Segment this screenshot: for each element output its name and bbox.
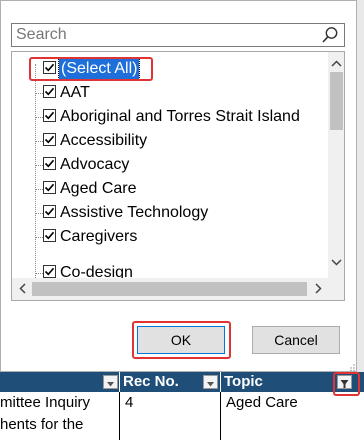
filter-items: (Select All) AAT Aboriginal and Torres S… — [12, 52, 328, 278]
checkbox[interactable] — [43, 205, 56, 218]
checkbox[interactable] — [43, 61, 56, 74]
table-cell[interactable]: hents for the — [0, 414, 120, 440]
filter-item-label: Advocacy — [60, 156, 130, 173]
filter-item-label: Accessibility — [60, 132, 148, 149]
scrollbar-corner — [328, 278, 344, 300]
search-input[interactable] — [12, 24, 316, 46]
tree-branch — [35, 273, 43, 274]
checkbox[interactable] — [43, 265, 56, 278]
table-cell[interactable] — [221, 414, 364, 440]
filter-item[interactable]: Aged Care — [12, 177, 328, 201]
tree-branch — [35, 213, 43, 214]
filter-item[interactable]: Caregivers — [12, 225, 328, 249]
filter-item[interactable]: AAT — [12, 81, 328, 105]
filter-item-label: Assistive Technology — [60, 204, 209, 221]
checkbox[interactable] — [43, 229, 56, 242]
checkbox[interactable] — [43, 109, 56, 122]
tree-branch — [35, 189, 43, 190]
checkbox[interactable] — [43, 133, 56, 146]
filter-item-label: Aboriginal and Torres Strait Island — [60, 108, 300, 125]
horizontal-scrollbar[interactable] — [12, 278, 328, 300]
checkbox[interactable] — [43, 181, 56, 194]
spreadsheet-area: Rec No. Topic mittee Inquiry 4 Aged Care… — [0, 372, 364, 443]
column-header-blank — [0, 372, 120, 392]
background-strip — [357, 0, 364, 372]
header-label: Rec No. — [123, 373, 179, 390]
filter-item-label: AAT — [60, 84, 90, 101]
vertical-scrollbar[interactable] — [328, 52, 344, 278]
checkbox[interactable] — [43, 157, 56, 170]
tree-branch — [35, 117, 43, 118]
column-header-rec-no: Rec No. — [120, 372, 221, 392]
vertical-scroll-thumb[interactable] — [330, 72, 343, 130]
filter-item[interactable]: Co-design — [12, 261, 328, 278]
filter-item[interactable]: Advocacy — [12, 153, 328, 177]
filter-dropdown-panel: (Select All) AAT Aboriginal and Torres S… — [0, 0, 357, 372]
tree-branch — [35, 237, 43, 238]
filter-item[interactable]: Assistive Technology — [12, 201, 328, 225]
filter-item-label: Caregivers — [60, 228, 138, 245]
filter-item[interactable]: Aboriginal and Torres Strait Island — [12, 105, 328, 129]
tree-branch — [35, 93, 43, 94]
scroll-down-icon[interactable] — [328, 254, 344, 271]
resize-grip-icon[interactable] — [348, 358, 355, 372]
filter-dropdown-button[interactable] — [203, 375, 218, 389]
filter-active-icon[interactable] — [337, 375, 352, 389]
search-box[interactable] — [11, 23, 345, 47]
header-label: Topic — [224, 373, 263, 390]
search-icon[interactable] — [321, 26, 339, 44]
column-header-topic: Topic — [221, 372, 364, 392]
tree-branch — [35, 141, 43, 142]
filter-item[interactable]: Accessibility — [12, 129, 328, 153]
scroll-left-icon[interactable] — [14, 280, 31, 297]
table-cell[interactable] — [120, 414, 221, 440]
checkbox[interactable] — [43, 85, 56, 98]
filter-item-label: Co-design — [60, 264, 133, 278]
scroll-right-icon[interactable] — [310, 280, 327, 297]
tree-branch — [35, 165, 43, 166]
filter-item-label: (Select All) — [57, 58, 141, 80]
filter-item-label: Aged Care — [60, 180, 137, 197]
filter-dropdown-button[interactable] — [103, 375, 118, 389]
filter-values-list[interactable]: (Select All) AAT Aboriginal and Torres S… — [11, 51, 345, 301]
filter-item-select-all[interactable]: (Select All) — [12, 57, 328, 81]
horizontal-scroll-thumb[interactable] — [32, 282, 307, 296]
ok-button[interactable]: OK — [137, 326, 225, 354]
cancel-button[interactable]: Cancel — [252, 326, 340, 354]
scroll-up-icon[interactable] — [328, 55, 344, 72]
